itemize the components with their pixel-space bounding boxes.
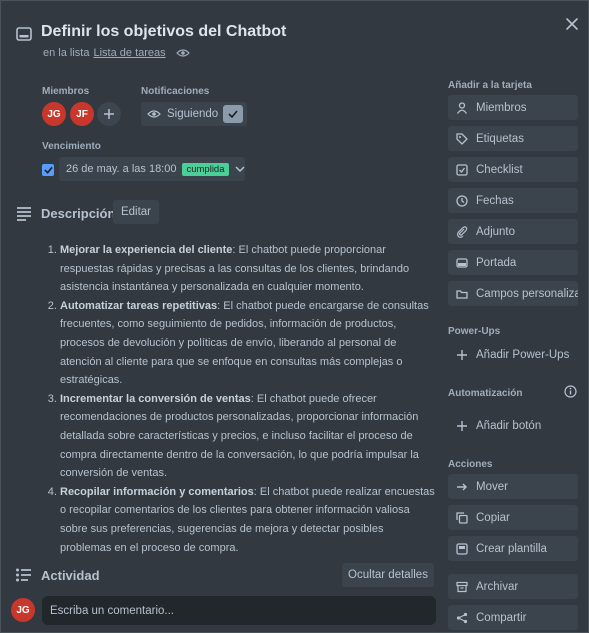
sidebar-attachment-button[interactable]: Adjunto: [448, 219, 578, 244]
description-list: Mejorar la experiencia del cliente: El c…: [41, 241, 437, 557]
due-date-text: 26 de may. a las 18:00: [66, 163, 177, 175]
check-icon: [223, 105, 243, 123]
avatar[interactable]: JG: [42, 102, 66, 126]
clock-icon: [456, 194, 468, 207]
actions-title: Acciones: [448, 459, 493, 470]
user-icon: [456, 101, 468, 114]
add-powerups-button[interactable]: Añadir Power-Ups: [448, 342, 578, 367]
close-icon[interactable]: [561, 13, 583, 35]
arrow-right-icon: [456, 481, 468, 493]
eye-icon: [147, 109, 161, 119]
sidebar-checklist-button[interactable]: Checklist: [448, 157, 578, 182]
list-prefix: en la lista: [43, 47, 90, 59]
card-detail-modal: Definir los objetivos del Chatbot en la …: [0, 0, 589, 633]
follow-label: Siguiendo: [167, 108, 219, 120]
chevron-down-icon: [234, 166, 245, 172]
hide-details-button[interactable]: Ocultar detalles: [342, 563, 434, 587]
due-label: Vencimiento: [42, 141, 101, 152]
share-button[interactable]: Compartir: [448, 605, 578, 630]
status-badge: cumplida: [182, 162, 229, 176]
notifications-label: Notificaciones: [141, 86, 210, 97]
description-title: Descripción: [41, 206, 116, 221]
share-icon: [456, 612, 468, 624]
add-member-button[interactable]: [97, 102, 121, 126]
plus-icon: [456, 420, 468, 432]
comment-input[interactable]: Escriba un comentario...: [42, 596, 436, 625]
paperclip-icon: [456, 225, 468, 238]
eye-icon: [175, 48, 190, 58]
follow-button[interactable]: Siguiendo: [141, 102, 247, 126]
move-button[interactable]: Mover: [448, 474, 578, 499]
list-item: Recopilar información y comentarios: El …: [60, 483, 437, 557]
sidebar-cover-button[interactable]: Portada: [448, 250, 578, 275]
copy-button[interactable]: Copiar: [448, 505, 578, 530]
info-icon[interactable]: [564, 385, 577, 398]
list-item: Automatizar tareas repetitivas: El chatb…: [60, 297, 437, 390]
add-to-card-title: Añadir a la tarjeta: [448, 80, 532, 91]
list-item: Mejorar la experiencia del cliente: El c…: [60, 241, 437, 297]
list-link[interactable]: Lista de tareas: [93, 47, 165, 59]
custom-fields-icon: [456, 288, 468, 300]
archive-button[interactable]: Archivar: [448, 574, 578, 599]
create-template-button[interactable]: Crear plantilla: [448, 536, 578, 561]
archive-icon: [456, 581, 468, 593]
sidebar-custom-fields-button[interactable]: Campos personaliza...: [448, 281, 578, 306]
card-icon: [15, 25, 33, 43]
card-title[interactable]: Definir los objetivos del Chatbot: [41, 23, 286, 41]
list-location: en la lista Lista de tareas: [43, 47, 190, 59]
description-content[interactable]: Mejorar la experiencia del cliente: El c…: [41, 241, 437, 557]
plus-icon: [456, 349, 468, 361]
copy-icon: [456, 511, 468, 524]
cover-icon: [456, 257, 468, 269]
activity-title: Actividad: [41, 568, 100, 583]
description-icon: [15, 204, 33, 222]
sidebar-members-button[interactable]: Miembros: [448, 95, 578, 120]
sidebar-dates-button[interactable]: Fechas: [448, 188, 578, 213]
powerups-title: Power-Ups: [448, 326, 501, 337]
due-date-button[interactable]: 26 de may. a las 18:00 cumplida: [59, 157, 245, 181]
avatar[interactable]: JG: [11, 598, 35, 622]
list-item: Incrementar la conversión de ventas: El …: [60, 390, 437, 483]
automation-title: Automatización: [448, 388, 523, 399]
due-complete-checkbox[interactable]: [42, 164, 54, 176]
members-label: Miembros: [42, 86, 90, 97]
activity-icon: [15, 566, 33, 584]
sidebar-labels-button[interactable]: Etiquetas: [448, 126, 578, 151]
avatar[interactable]: JF: [70, 102, 94, 126]
add-button-button[interactable]: Añadir botón: [448, 413, 578, 438]
checklist-icon: [456, 163, 468, 176]
edit-description-button[interactable]: Editar: [113, 200, 159, 224]
tag-icon: [456, 132, 468, 145]
template-icon: [456, 542, 468, 555]
